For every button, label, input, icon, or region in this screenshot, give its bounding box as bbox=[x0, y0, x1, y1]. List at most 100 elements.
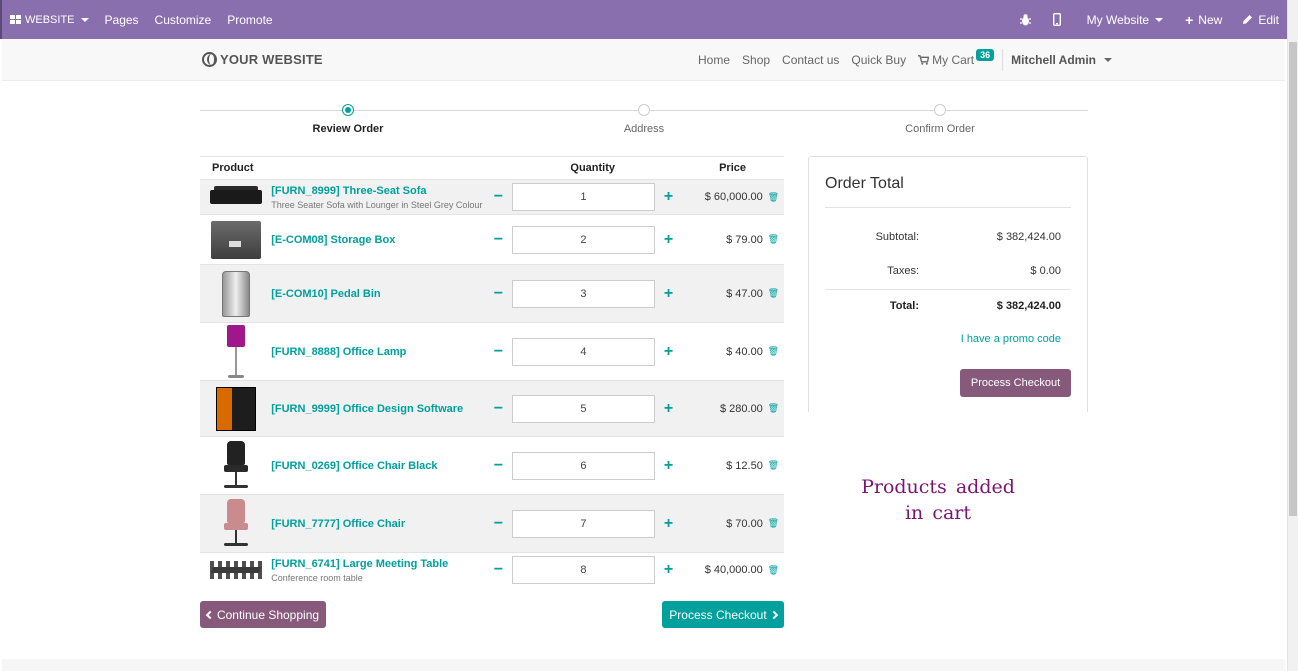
continue-shopping-button[interactable]: Continue Shopping bbox=[200, 601, 326, 628]
pages-menu[interactable]: Pages bbox=[97, 0, 147, 39]
step-address: Address bbox=[544, 104, 744, 135]
decrease-qty-button[interactable]: − bbox=[487, 343, 510, 361]
trash-icon[interactable]: 🗑 bbox=[763, 346, 784, 357]
product-image-sofa[interactable] bbox=[200, 186, 271, 208]
decrease-qty-button[interactable]: − bbox=[487, 457, 510, 475]
quantity-input[interactable] bbox=[511, 556, 655, 584]
product-image-storage-box[interactable] bbox=[200, 220, 271, 259]
quantity-input[interactable] bbox=[511, 509, 655, 538]
product-name[interactable]: [E-COM10] Pedal Bin bbox=[271, 288, 487, 300]
site-selector[interactable]: My Website bbox=[1075, 0, 1175, 39]
product-description: Conference room table bbox=[271, 572, 363, 583]
product-price: $ 12.50 bbox=[726, 459, 763, 472]
vertical-scrollbar[interactable] bbox=[1287, 0, 1298, 671]
quantity-input[interactable] bbox=[511, 279, 655, 308]
promote-menu[interactable]: Promote bbox=[219, 0, 280, 39]
plus-icon: + bbox=[1185, 11, 1194, 28]
table-row: [E-COM08] Storage Box − + $ 79.00 🗑 bbox=[200, 215, 784, 265]
mobile-preview-icon[interactable] bbox=[1039, 0, 1075, 39]
promo-code-link[interactable]: I have a promo code bbox=[961, 333, 1061, 345]
chevron-down-icon bbox=[80, 17, 89, 22]
quantity-input[interactable] bbox=[511, 337, 655, 366]
user-menu[interactable]: Mitchell Admin bbox=[1002, 49, 1113, 71]
product-price: $ 40,000.00 bbox=[704, 564, 763, 576]
order-total-title: Order Total bbox=[825, 175, 904, 192]
trash-icon[interactable]: 🗑 bbox=[763, 234, 784, 245]
order-total-card: Order Total Subtotal: $ 382,424.00 Taxes… bbox=[808, 156, 1088, 412]
product-image-pedal-bin[interactable] bbox=[200, 270, 271, 317]
decrease-qty-button[interactable]: − bbox=[487, 515, 510, 533]
nav-contact-us[interactable]: Contact us bbox=[782, 53, 839, 67]
quantity-input[interactable] bbox=[511, 394, 655, 423]
product-name[interactable]: [FURN_0269] Office Chair Black bbox=[271, 460, 487, 472]
site-header: YOUR WEBSITE Home Shop Contact us Quick … bbox=[2, 39, 1285, 81]
decrease-qty-button[interactable]: − bbox=[487, 285, 510, 303]
trash-icon[interactable]: 🗑 bbox=[763, 518, 784, 529]
product-name[interactable]: [E-COM08] Storage Box bbox=[271, 234, 487, 246]
product-price: $ 47.00 bbox=[726, 287, 763, 300]
apps-grid-icon bbox=[10, 15, 21, 24]
customize-menu[interactable]: Customize bbox=[147, 0, 220, 39]
card-process-checkout-button[interactable]: Process Checkout bbox=[960, 369, 1071, 397]
decrease-qty-button[interactable]: − bbox=[487, 188, 510, 206]
step-dot bbox=[342, 104, 354, 116]
nav-home[interactable]: Home bbox=[698, 53, 730, 67]
decrease-qty-button[interactable]: − bbox=[487, 400, 510, 418]
admin-bar: WEBSITE Pages Customize Promote My Websi… bbox=[0, 0, 1287, 39]
chevron-down-icon bbox=[1104, 58, 1113, 62]
increase-qty-button[interactable]: + bbox=[657, 457, 680, 475]
increase-qty-button[interactable]: + bbox=[657, 561, 680, 579]
cart-count-badge: 36 bbox=[976, 49, 995, 61]
scrollbar-thumb[interactable] bbox=[1289, 42, 1297, 516]
product-price: $ 60,000.00 bbox=[704, 191, 763, 203]
product-image-chair-pink[interactable] bbox=[200, 498, 271, 549]
increase-qty-button[interactable]: + bbox=[657, 188, 680, 206]
product-name[interactable]: [FURN_6741] Large Meeting Table bbox=[271, 558, 487, 570]
divider bbox=[825, 289, 1071, 290]
debug-bug-icon[interactable] bbox=[1012, 0, 1039, 39]
trash-icon[interactable]: 🗑 bbox=[763, 288, 784, 299]
site-logo[interactable]: YOUR WEBSITE bbox=[202, 52, 323, 67]
product-image-software[interactable] bbox=[200, 386, 271, 431]
globe-icon bbox=[202, 52, 217, 67]
increase-qty-button[interactable]: + bbox=[657, 515, 680, 533]
process-checkout-button[interactable]: Process Checkout bbox=[662, 601, 784, 628]
increase-qty-button[interactable]: + bbox=[657, 231, 680, 249]
trash-icon[interactable]: 🗑 bbox=[763, 192, 784, 203]
website-menu[interactable]: WEBSITE bbox=[2, 0, 97, 39]
new-button[interactable]: + New bbox=[1175, 0, 1232, 39]
trash-icon[interactable]: 🗑 bbox=[763, 403, 784, 414]
edit-button[interactable]: Edit bbox=[1232, 0, 1279, 39]
trash-icon[interactable]: 🗑 bbox=[763, 460, 784, 471]
pencil-icon bbox=[1243, 15, 1253, 24]
step-dot bbox=[638, 104, 650, 116]
table-row: [FURN_7777] Office Chair − + $ 70.00 🗑 bbox=[200, 495, 784, 553]
product-image-chair-black[interactable] bbox=[200, 440, 271, 491]
increase-qty-button[interactable]: + bbox=[657, 343, 680, 361]
subtotal-row: Subtotal: $ 382,424.00 bbox=[875, 231, 1061, 243]
nav-quick-buy[interactable]: Quick Buy bbox=[851, 53, 906, 67]
annotation-text: Products added in cart bbox=[861, 476, 1015, 524]
product-price: $ 280.00 bbox=[719, 402, 763, 415]
table-row: [E-COM10] Pedal Bin − + $ 47.00 🗑 bbox=[200, 265, 784, 323]
shopping-cart-icon bbox=[918, 55, 930, 65]
quantity-input[interactable] bbox=[511, 451, 655, 480]
increase-qty-button[interactable]: + bbox=[657, 400, 680, 418]
product-name[interactable]: [FURN_8999] Three-Seat Sofa bbox=[271, 185, 487, 197]
decrease-qty-button[interactable]: − bbox=[487, 231, 510, 249]
quantity-input[interactable] bbox=[511, 225, 655, 254]
nav-my-cart[interactable]: My Cart 36 bbox=[918, 49, 995, 67]
cart-table: Product Quantity Price [FURN_8999] Three… bbox=[200, 156, 784, 587]
product-image-lamp[interactable] bbox=[200, 324, 271, 379]
product-name[interactable]: [FURN_8888] Office Lamp bbox=[271, 346, 487, 358]
table-row: [FURN_0269] Office Chair Black − + $ 12.… bbox=[200, 437, 784, 495]
nav-shop[interactable]: Shop bbox=[742, 53, 770, 67]
increase-qty-button[interactable]: + bbox=[657, 285, 680, 303]
step-confirm-order: Confirm Order bbox=[840, 104, 1040, 135]
quantity-input[interactable] bbox=[511, 183, 655, 211]
product-image-meeting-table[interactable] bbox=[200, 559, 271, 581]
decrease-qty-button[interactable]: − bbox=[487, 561, 510, 579]
product-name[interactable]: [FURN_9999] Office Design Software bbox=[271, 403, 487, 415]
trash-icon[interactable]: 🗑 bbox=[763, 565, 784, 576]
product-name[interactable]: [FURN_7777] Office Chair bbox=[271, 518, 487, 530]
